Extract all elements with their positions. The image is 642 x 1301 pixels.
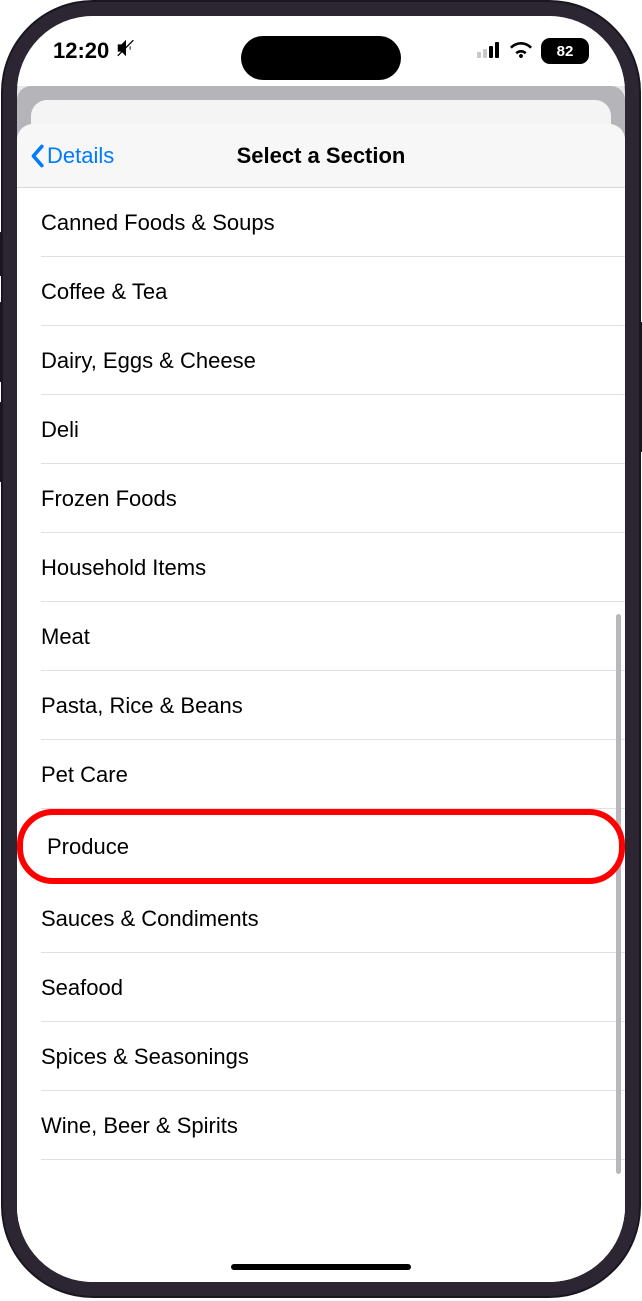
status-time: 12:20 bbox=[53, 38, 109, 64]
back-button[interactable]: Details bbox=[29, 143, 114, 169]
cellular-icon bbox=[477, 38, 501, 64]
section-row[interactable]: Spices & Seasonings bbox=[17, 1022, 625, 1091]
sheet-stack: Details Select a Section Canned Foods & … bbox=[17, 86, 625, 1282]
nav-bar: Details Select a Section bbox=[17, 124, 625, 188]
battery-percent: 82 bbox=[557, 43, 574, 60]
chevron-left-icon bbox=[29, 144, 45, 168]
section-label: Pasta, Rice & Beans bbox=[41, 693, 243, 718]
section-row[interactable]: Wine, Beer & Spirits bbox=[17, 1091, 625, 1160]
home-indicator[interactable] bbox=[231, 1264, 411, 1270]
section-label: Wine, Beer & Spirits bbox=[41, 1113, 238, 1138]
section-list[interactable]: Canned Foods & Soups Coffee & Tea Dairy, E… bbox=[17, 188, 625, 1282]
nav-title: Select a Section bbox=[237, 143, 406, 169]
section-row[interactable]: Frozen Foods bbox=[17, 464, 625, 533]
section-label: Deli bbox=[41, 417, 79, 442]
scrollbar-indicator bbox=[616, 614, 621, 1174]
modal-sheet: Details Select a Section Canned Foods & … bbox=[17, 124, 625, 1282]
section-row[interactable]: Seafood bbox=[17, 953, 625, 1022]
mute-switch bbox=[0, 232, 3, 276]
section-row[interactable]: Dairy, Eggs & Cheese bbox=[17, 326, 625, 395]
section-label: Pet Care bbox=[41, 762, 128, 787]
section-row[interactable]: Meat bbox=[17, 602, 625, 671]
volume-down-button bbox=[0, 402, 3, 482]
battery-icon: 82 bbox=[541, 38, 589, 64]
section-row[interactable]: Canned Foods & Soups bbox=[17, 188, 625, 257]
dynamic-island bbox=[241, 36, 401, 80]
volume-up-button bbox=[0, 302, 3, 382]
section-label: Sauces & Condiments bbox=[41, 906, 259, 931]
section-row[interactable]: Pasta, Rice & Beans bbox=[17, 671, 625, 740]
back-label: Details bbox=[47, 143, 114, 169]
silent-icon bbox=[115, 37, 137, 65]
section-label: Seafood bbox=[41, 975, 123, 1000]
section-label: Frozen Foods bbox=[41, 486, 177, 511]
section-label: Household Items bbox=[41, 555, 206, 580]
section-row[interactable]: Produce bbox=[17, 809, 625, 884]
section-row[interactable]: Deli bbox=[17, 395, 625, 464]
section-row[interactable]: Household Items bbox=[17, 533, 625, 602]
section-row[interactable]: Pet Care bbox=[17, 740, 625, 809]
section-label: Canned Foods & Soups bbox=[41, 210, 275, 235]
section-label: Dairy, Eggs & Cheese bbox=[41, 348, 256, 373]
section-row[interactable]: Coffee & Tea bbox=[17, 257, 625, 326]
wifi-icon bbox=[509, 38, 533, 64]
phone-frame: 12:20 82 bbox=[3, 2, 639, 1296]
section-label: Produce bbox=[47, 834, 129, 859]
phone-screen: 12:20 82 bbox=[17, 16, 625, 1282]
section-row[interactable]: Sauces & Condiments bbox=[17, 884, 625, 953]
section-label: Coffee & Tea bbox=[41, 279, 167, 304]
section-label: Meat bbox=[41, 624, 90, 649]
section-label: Spices & Seasonings bbox=[41, 1044, 249, 1069]
